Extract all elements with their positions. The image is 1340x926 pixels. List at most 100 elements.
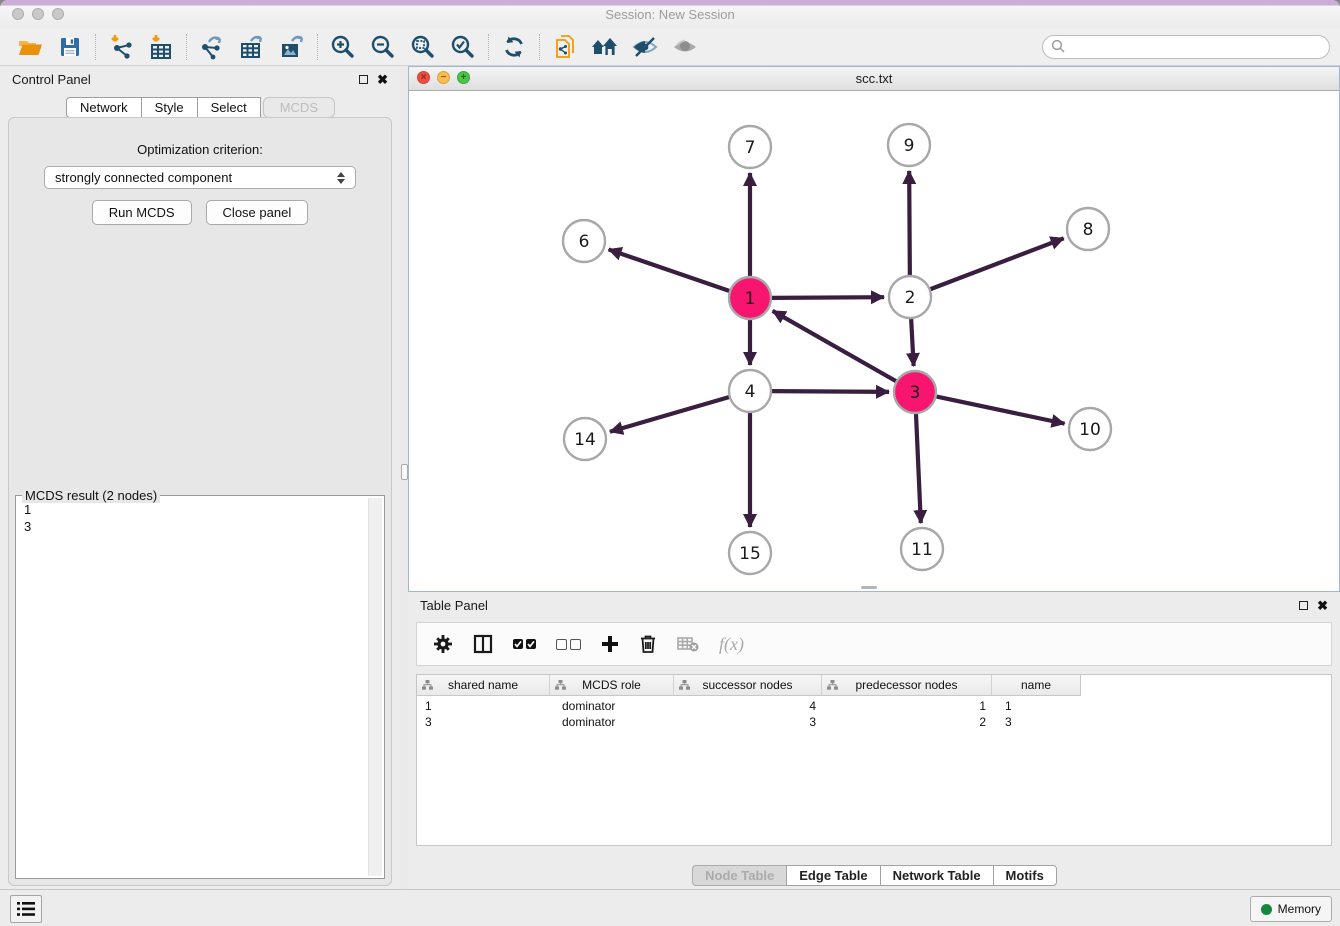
tab-mcds[interactable]: MCDS [263, 97, 335, 118]
svg-text:9: 9 [904, 136, 915, 156]
svg-text:10: 10 [1079, 420, 1101, 440]
deselect-all-checkboxes-icon[interactable] [556, 639, 581, 650]
svg-text:4: 4 [745, 382, 756, 402]
graph-node-11[interactable]: 11 [901, 528, 943, 570]
minimize-network-icon[interactable]: − [437, 71, 450, 84]
dropdown-stepper-icon [337, 172, 345, 184]
column-header-MCDS-role[interactable]: MCDS role [550, 675, 674, 695]
svg-text:15: 15 [739, 544, 761, 564]
edge-4-3[interactable] [772, 391, 889, 392]
result-scrollbar[interactable] [368, 498, 382, 876]
edge-3-11[interactable] [916, 414, 921, 523]
svg-text:3: 3 [910, 383, 921, 403]
refresh-icon[interactable] [494, 31, 534, 63]
split-columns-icon[interactable] [473, 634, 493, 654]
zoom-out-icon[interactable] [363, 31, 403, 63]
clone-network-icon[interactable] [545, 31, 585, 63]
main-toolbar [0, 28, 1340, 66]
column-header-shared-name[interactable]: shared name [417, 675, 550, 695]
close-panel-icon[interactable]: ✖ [377, 74, 388, 85]
svg-text:7: 7 [745, 138, 756, 158]
save-session-icon[interactable] [50, 31, 90, 63]
graph-node-6[interactable]: 6 [563, 220, 605, 262]
delete-column-icon[interactable] [639, 634, 657, 654]
edge-2-8[interactable] [931, 238, 1064, 289]
add-column-icon[interactable] [601, 635, 619, 653]
close-network-icon[interactable]: × [417, 71, 430, 84]
tab-network[interactable]: Network [66, 97, 142, 118]
edge-2-3[interactable] [911, 319, 913, 366]
graph-node-1[interactable]: 1 [729, 277, 771, 319]
run-mcds-button[interactable]: Run MCDS [92, 200, 192, 225]
svg-text:2: 2 [905, 288, 916, 308]
network-scrollbar-thumb[interactable] [861, 586, 877, 589]
toolbar-separator [488, 34, 489, 60]
edge-4-14[interactable] [610, 397, 729, 432]
select-all-checkboxes-icon[interactable] [513, 639, 536, 649]
tab-node-table[interactable]: Node Table [692, 865, 787, 886]
column-header-name[interactable]: name [992, 675, 1080, 695]
graph-node-10[interactable]: 10 [1069, 408, 1111, 450]
table-tabs: Node TableEdge TableNetwork TableMotifs [408, 865, 1340, 886]
memory-status-icon [1261, 904, 1272, 915]
panel-splitter[interactable] [400, 66, 408, 890]
node-table[interactable]: shared nameMCDS rolesuccessor nodesprede… [416, 674, 1332, 846]
graph-node-14[interactable]: 14 [564, 418, 606, 460]
close-panel-button[interactable]: Close panel [206, 200, 309, 225]
export-image-icon[interactable] [272, 31, 312, 63]
show-details-disabled-icon [665, 31, 705, 63]
hide-details-icon[interactable] [625, 31, 665, 63]
graph-node-2[interactable]: 2 [889, 276, 931, 318]
tab-network-table[interactable]: Network Table [880, 865, 994, 886]
zoom-in-icon[interactable] [323, 31, 363, 63]
table-row[interactable]: 1dominator411 [417, 698, 1331, 714]
tab-select[interactable]: Select [197, 97, 261, 118]
criterion-dropdown[interactable]: strongly connected component [44, 166, 356, 189]
table-panel-title: Table Panel [420, 598, 488, 613]
table-toolbar: f(x) [416, 622, 1332, 666]
control-panel-title: Control Panel [12, 72, 91, 87]
edge-3-10[interactable] [937, 397, 1065, 424]
memory-button[interactable]: Memory [1250, 896, 1332, 922]
float-panel-icon[interactable] [359, 75, 368, 84]
gear-icon[interactable] [433, 634, 453, 654]
edge-2-9[interactable] [909, 171, 910, 275]
network-window-titlebar[interactable]: × − + scc.txt [409, 67, 1339, 91]
column-header-successor-nodes[interactable]: successor nodes [674, 675, 822, 695]
tab-motifs[interactable]: Motifs [993, 865, 1057, 886]
edge-3-1[interactable] [773, 311, 896, 381]
export-table-icon[interactable] [232, 31, 272, 63]
table-header[interactable]: shared nameMCDS rolesuccessor nodesprede… [417, 675, 1081, 696]
control-panel-tabs: NetworkStyleSelectMCDS [0, 97, 400, 118]
task-history-button[interactable] [10, 895, 42, 923]
open-file-icon[interactable] [10, 31, 50, 63]
graph-node-3[interactable]: 3 [894, 371, 936, 413]
column-header-predecessor-nodes[interactable]: predecessor nodes [822, 675, 992, 695]
export-network-icon[interactable] [192, 31, 232, 63]
table-row[interactable]: 3dominator323 [417, 714, 1331, 730]
edge-1-6[interactable] [609, 249, 730, 290]
graph-node-15[interactable]: 15 [729, 532, 771, 574]
table-body[interactable]: 1dominator4113dominator323 [417, 696, 1331, 730]
float-table-panel-icon[interactable] [1299, 601, 1308, 610]
network-canvas[interactable]: 7 9 6 8 1 2 4 3 14 10 15 11 [409, 90, 1339, 591]
edge-1-2[interactable] [772, 297, 884, 298]
tab-edge-table[interactable]: Edge Table [786, 865, 880, 886]
zoom-selected-icon[interactable] [443, 31, 483, 63]
tab-style[interactable]: Style [141, 97, 198, 118]
graph-node-9[interactable]: 9 [888, 124, 930, 166]
graph-node-7[interactable]: 7 [729, 126, 771, 168]
maximize-network-icon[interactable]: + [457, 71, 470, 84]
close-table-panel-icon[interactable]: ✖ [1317, 600, 1328, 611]
import-network-icon[interactable] [101, 31, 141, 63]
import-table-icon[interactable] [141, 31, 181, 63]
splitter-handle-icon[interactable] [401, 464, 408, 480]
graph-node-4[interactable]: 4 [729, 370, 771, 412]
first-neighbors-icon[interactable] [585, 31, 625, 63]
search-box[interactable] [1042, 35, 1330, 59]
search-input[interactable] [1071, 39, 1321, 55]
zoom-fit-icon[interactable] [403, 31, 443, 63]
optimization-criterion-label: Optimization criterion: [9, 142, 391, 157]
status-bar: Memory [0, 889, 1340, 926]
graph-node-8[interactable]: 8 [1067, 208, 1109, 250]
